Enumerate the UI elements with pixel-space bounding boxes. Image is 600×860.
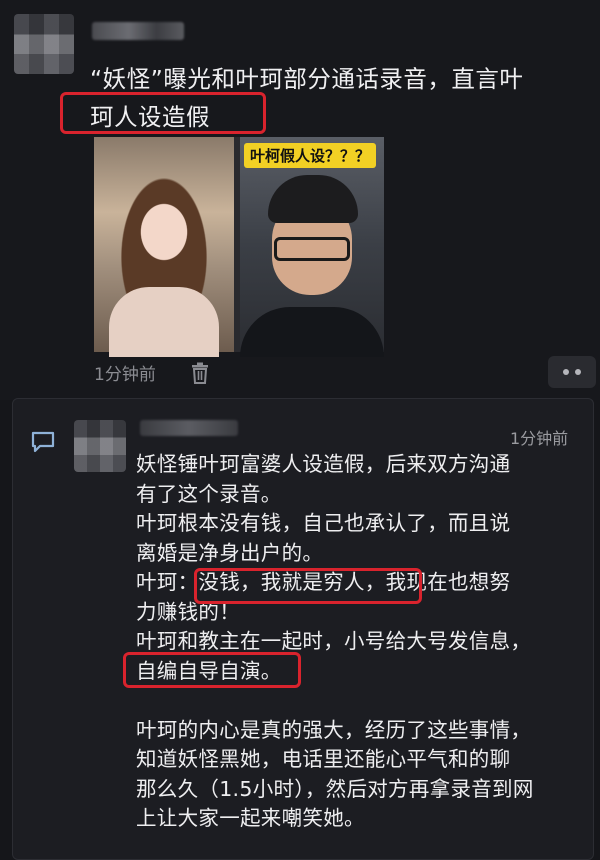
poster-avatar[interactable] [14, 14, 74, 74]
highlight-box [60, 92, 266, 134]
comment-time: 1分钟前 [510, 429, 569, 448]
poster-name-blurred [92, 22, 184, 40]
image-caption: 叶柯假人设？？？ [244, 143, 377, 168]
commenter-avatar[interactable] [74, 420, 126, 472]
comment-icon[interactable] [30, 430, 56, 454]
highlight-box [123, 652, 301, 688]
comment-line: 妖怪锤叶珂富婆人设造假，后来双方沟通 [136, 452, 511, 476]
comment-line: 叶珂的内心是真的强大，经历了这些事情， [136, 717, 532, 742]
highlight-box [194, 568, 422, 604]
post-time: 1分钟前 [94, 365, 156, 385]
comment-line: 离婚是净身出户的。 [136, 540, 324, 565]
comment-line: 知道妖怪黑她，电话里还能心平气和的聊 [136, 747, 511, 771]
more-button[interactable] [548, 356, 596, 388]
comment-line: 叶珂根本没有钱，自己也承认了，而且说 [136, 511, 511, 535]
post-image[interactable]: 叶柯假人设？？？ [94, 137, 384, 357]
comment-line: 有了这个录音。 [136, 481, 282, 506]
man-photo: 叶柯假人设？？？ [240, 137, 384, 357]
trash-icon[interactable] [190, 362, 210, 384]
comment-line: 上让大家一起来嘲笑她。 [136, 806, 365, 830]
comment-line: 那么久（1.5小时），然后对方再拿录音到网 [136, 776, 534, 801]
woman-photo [94, 137, 234, 357]
commenter-name-blurred [140, 420, 238, 436]
comment-text: 妖怪锤叶珂富婆人设造假，后来双方沟通 有了这个录音。 叶珂根本没有钱，自己也承认… [136, 450, 586, 834]
more-icon [563, 369, 569, 375]
